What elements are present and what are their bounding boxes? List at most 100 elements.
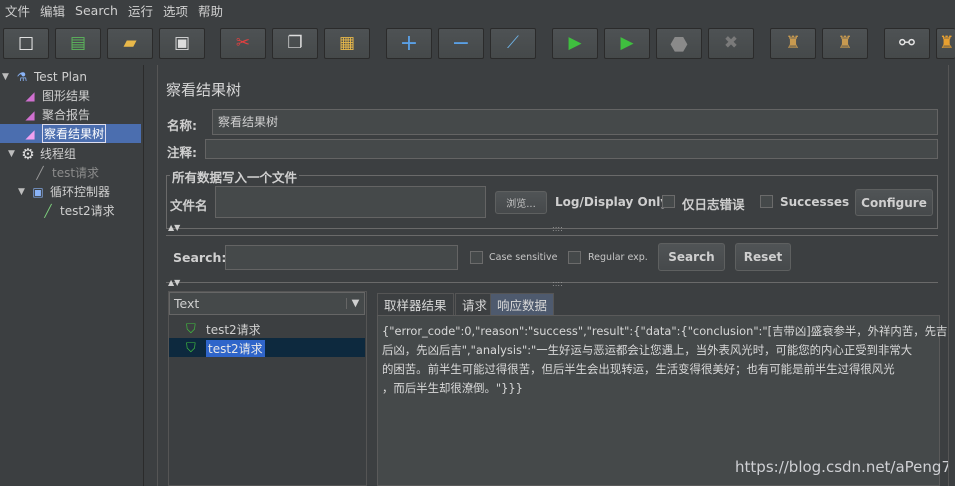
tree-item-test-plan[interactable]: ▼ ⚗ Test Plan bbox=[2, 67, 87, 86]
menu-search[interactable]: Search bbox=[70, 3, 123, 18]
tree-item-results-tree[interactable]: ◢ 察看结果树 bbox=[0, 124, 141, 143]
chevron-down-icon: ▼ bbox=[346, 298, 364, 309]
menu-help[interactable]: 帮助 bbox=[193, 1, 228, 20]
clear-icon: ♜ bbox=[785, 33, 801, 53]
successes-checkbox[interactable] bbox=[760, 195, 773, 208]
errors-only-label: 仅日志错误 bbox=[682, 197, 745, 212]
results-tree-panel: 察看结果树 名称: 察看结果树 注释: 所有数据写入一个文件 文件名 浏览...… bbox=[157, 65, 955, 486]
menu-options[interactable]: 选项 bbox=[158, 1, 193, 20]
successes-label: Successes bbox=[780, 195, 850, 209]
log-display-label: Log/Display Only: bbox=[555, 195, 673, 209]
toggle-button[interactable]: ⟋ bbox=[490, 28, 536, 59]
start-no-pauses-icon: ▶ bbox=[620, 33, 634, 53]
name-label: 名称: bbox=[167, 118, 197, 133]
case-sensitive-checkbox[interactable] bbox=[470, 251, 483, 264]
paste-button[interactable]: ▦ bbox=[324, 28, 370, 59]
menu-run[interactable]: 运行 bbox=[123, 1, 158, 20]
tab-sampler-result[interactable]: 取样器结果 bbox=[377, 293, 454, 315]
browse-button[interactable]: 浏览... bbox=[495, 191, 547, 214]
search-button-toolbar[interactable]: ⚯ bbox=[884, 28, 930, 59]
results-tree-icon: ◢ bbox=[25, 126, 35, 141]
menu-edit[interactable]: 编辑 bbox=[35, 1, 70, 20]
shutdown-icon: ✖ bbox=[723, 33, 739, 53]
start-icon: ▶ bbox=[568, 33, 582, 53]
tree-item-label: 图形结果 bbox=[42, 89, 91, 103]
tree-item-graph-results[interactable]: ◢ 图形结果 bbox=[22, 86, 90, 105]
stop-button[interactable]: ⬣ bbox=[656, 28, 702, 59]
splitter-grip-icon[interactable]: :::: bbox=[552, 224, 563, 233]
test-plan-tree: ▼ ⚗ Test Plan ◢ 图形结果 ◢ 聚合报告 ◢ 察看结果树 ▼ ⚙ … bbox=[0, 65, 142, 486]
clear-button[interactable]: ♜ bbox=[770, 28, 816, 59]
tab-response-data[interactable]: 响应数据 bbox=[490, 293, 555, 315]
cut-icon: ✂ bbox=[235, 33, 251, 53]
copy-button[interactable]: ❐ bbox=[272, 28, 318, 59]
templates-icon: ▤ bbox=[69, 33, 87, 53]
expand-icon: + bbox=[399, 30, 419, 56]
expand-arrow-icon[interactable]: ▼ bbox=[18, 187, 30, 197]
save-button[interactable]: ▣ bbox=[159, 28, 205, 59]
response-line: ，而后半生却很潦倒。"}}} bbox=[382, 381, 523, 395]
tree-item-label: Test Plan bbox=[34, 69, 87, 84]
success-check-icon: ⛉ bbox=[186, 321, 196, 337]
sampler-icon: ╱ bbox=[44, 203, 52, 218]
success-check-icon: ⛉ bbox=[186, 340, 196, 356]
tree-splitter[interactable] bbox=[143, 65, 152, 486]
search-input[interactable] bbox=[225, 245, 458, 270]
expand-arrow-icon[interactable]: ▼ bbox=[8, 149, 20, 159]
filename-field[interactable] bbox=[215, 186, 486, 218]
tree-item-loop-controller[interactable]: ▼ ▣ 循环控制器 bbox=[18, 182, 110, 201]
open-button[interactable]: ▰ bbox=[107, 28, 153, 59]
comment-field[interactable] bbox=[205, 139, 938, 159]
sample-row-selected[interactable]: ⛉ test2请求 bbox=[186, 339, 265, 357]
cut-button[interactable]: ✂ bbox=[220, 28, 266, 59]
menu-bar: 文件 编辑 Search 运行 选项 帮助 bbox=[0, 0, 955, 21]
name-field[interactable]: 察看结果树 bbox=[212, 109, 938, 135]
start-button[interactable]: ▶ bbox=[552, 28, 598, 59]
new-icon: □ bbox=[17, 33, 35, 53]
toggle-icon: ⟋ bbox=[507, 33, 519, 53]
collapse-up-icon[interactable]: ▲▼ bbox=[168, 223, 180, 232]
tree-item-thread-group[interactable]: ▼ ⚙ 线程组 bbox=[8, 144, 76, 163]
response-line: 的困苦。前半生可能过得很苦，但后半生会出现转运，生活变得很美好；也有可能是前半生… bbox=[382, 362, 895, 376]
watermark: https://blog.csdn.net/aPeng7 bbox=[735, 458, 951, 476]
expand-arrow-icon[interactable]: ▼ bbox=[2, 72, 14, 82]
reset-search-button[interactable]: ♜ bbox=[936, 28, 955, 59]
tree-item-aggregate-report[interactable]: ◢ 聚合报告 bbox=[22, 105, 90, 124]
templates-button[interactable]: ▤ bbox=[55, 28, 101, 59]
configure-button[interactable]: Configure bbox=[855, 189, 933, 216]
tree-item-label: 察看结果树 bbox=[42, 124, 107, 143]
tree-item-test-request[interactable]: ╱ test请求 bbox=[32, 163, 99, 182]
tree-item-label: test请求 bbox=[52, 166, 100, 180]
toolbar: □ ▤ ▰ ▣ ✂ ❐ ▦ + − ⟋ ▶ ▶ ⬣ ✖ ♜ ♜ ⚯ ♜ bbox=[0, 21, 955, 65]
menu-file[interactable]: 文件 bbox=[0, 1, 35, 20]
thread-group-icon: ⚙ bbox=[21, 144, 35, 163]
sample-label: test2请求 bbox=[206, 322, 261, 337]
reset-search-icon: ♜ bbox=[939, 33, 955, 53]
regex-checkbox[interactable] bbox=[568, 251, 581, 264]
start-no-pauses-button[interactable]: ▶ bbox=[604, 28, 650, 59]
save-icon: ▣ bbox=[173, 33, 191, 53]
paste-icon: ▦ bbox=[338, 33, 356, 53]
search-button[interactable]: Search bbox=[658, 243, 725, 271]
expand-button[interactable]: + bbox=[386, 28, 432, 59]
filename-label: 文件名 bbox=[170, 198, 208, 213]
new-button[interactable]: □ bbox=[3, 28, 49, 59]
collapse-down-icon[interactable]: ▲▼ bbox=[168, 278, 180, 287]
response-line: 后凶，先凶后吉","analysis":"一生好运与恶运都会让您遇上，当外表风光… bbox=[382, 343, 913, 357]
renderer-select[interactable]: Text ▼ bbox=[169, 292, 365, 315]
tree-item-label: 聚合报告 bbox=[42, 108, 91, 122]
errors-only-checkbox[interactable] bbox=[662, 195, 675, 208]
collapse-button[interactable]: − bbox=[438, 28, 484, 59]
splitter-grip-icon[interactable]: :::: bbox=[552, 279, 563, 288]
tab-request[interactable]: 请求 bbox=[455, 293, 495, 315]
right-scroll-edge bbox=[948, 65, 955, 486]
case-sensitive-label: Case sensitive bbox=[489, 252, 558, 263]
sample-row[interactable]: ⛉ test2请求 bbox=[186, 320, 261, 338]
shutdown-button[interactable]: ✖ bbox=[708, 28, 754, 59]
tree-item-test2-request[interactable]: ╱ test2请求 bbox=[40, 201, 114, 220]
regex-label: Regular exp. bbox=[588, 252, 648, 263]
clear-all-button[interactable]: ♜ bbox=[822, 28, 868, 59]
comment-label: 注释: bbox=[167, 145, 197, 160]
reset-button[interactable]: Reset bbox=[735, 243, 791, 271]
open-icon: ▰ bbox=[123, 33, 137, 53]
